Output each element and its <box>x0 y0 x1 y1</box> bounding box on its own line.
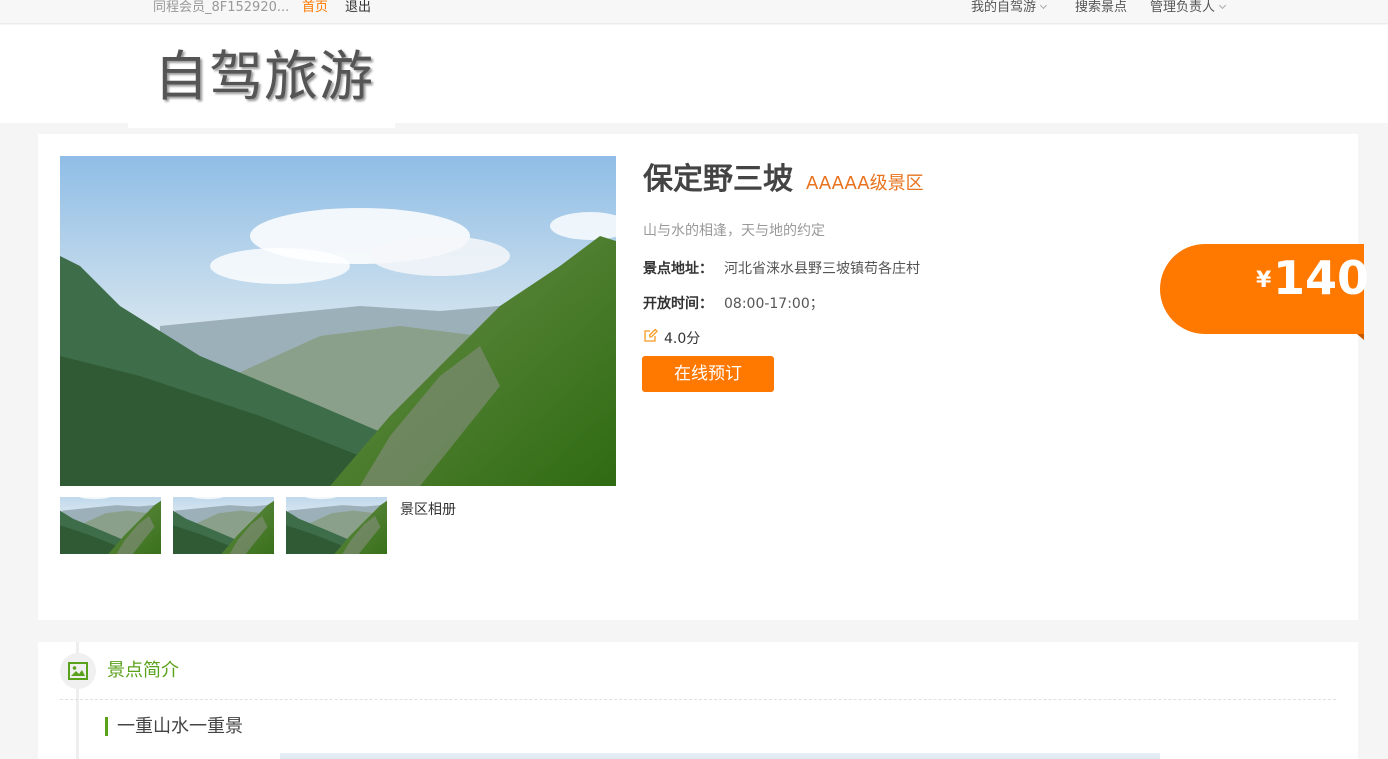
price-value: 140 <box>1273 251 1370 305</box>
logout-link[interactable]: 退出 <box>345 0 371 16</box>
search-spots-link[interactable]: 搜索景点 <box>1075 0 1127 16</box>
gallery-thumbnail[interactable] <box>173 497 274 554</box>
spot-score: 4.0分 <box>664 331 701 347</box>
site-logo[interactable]: 自驾旅游 <box>154 44 374 110</box>
spot-title: 保定野三坡 <box>643 162 793 197</box>
hours-value: 08:00-17:00； <box>724 296 824 312</box>
top-bar: 同程会员_8F152920... 首页 退出 我的自驾游 搜索景点 管理负责人 <box>0 0 1388 24</box>
member-name: 同程会员_8F152920... <box>153 0 290 15</box>
manager-menu[interactable]: 管理负责人 <box>1150 0 1227 16</box>
picture-icon <box>68 662 88 680</box>
hours-label: 开放时间： <box>643 296 713 312</box>
home-link[interactable]: 首页 <box>302 0 328 16</box>
price-currency: ¥ <box>1256 268 1272 293</box>
edit-icon <box>643 327 659 343</box>
my-trips-label: 我的自驾游 <box>971 0 1037 15</box>
intro-image <box>280 753 1160 759</box>
my-trips-menu[interactable]: 我的自驾游 <box>971 0 1048 16</box>
intro-section-title: 景点简介 <box>107 660 179 681</box>
main-photo[interactable] <box>60 156 616 486</box>
chevron-down-icon <box>1218 1 1227 10</box>
book-online-button[interactable]: 在线预订 <box>642 356 774 392</box>
gallery-link[interactable]: 景区相册 <box>400 499 456 519</box>
gallery-thumbnail[interactable] <box>60 497 161 554</box>
intro-icon-badge <box>60 653 96 689</box>
address-label: 景点地址： <box>643 261 713 277</box>
intro-card <box>38 642 1358 759</box>
spot-level: AAAAA级景区 <box>806 173 924 194</box>
manager-label: 管理负责人 <box>1150 0 1216 15</box>
subtitle-marker <box>105 717 108 736</box>
divider <box>60 699 1336 700</box>
chevron-down-icon <box>1039 1 1048 10</box>
intro-subtitle: 一重山水一重景 <box>117 716 243 737</box>
spot-slogan: 山与水的相逢，天与地的约定 <box>643 223 825 239</box>
gallery-thumbnail[interactable] <box>286 497 387 554</box>
address-value: 河北省涞水县野三坡镇苟各庄村 <box>724 261 920 277</box>
price-tag-fold <box>1357 334 1364 340</box>
